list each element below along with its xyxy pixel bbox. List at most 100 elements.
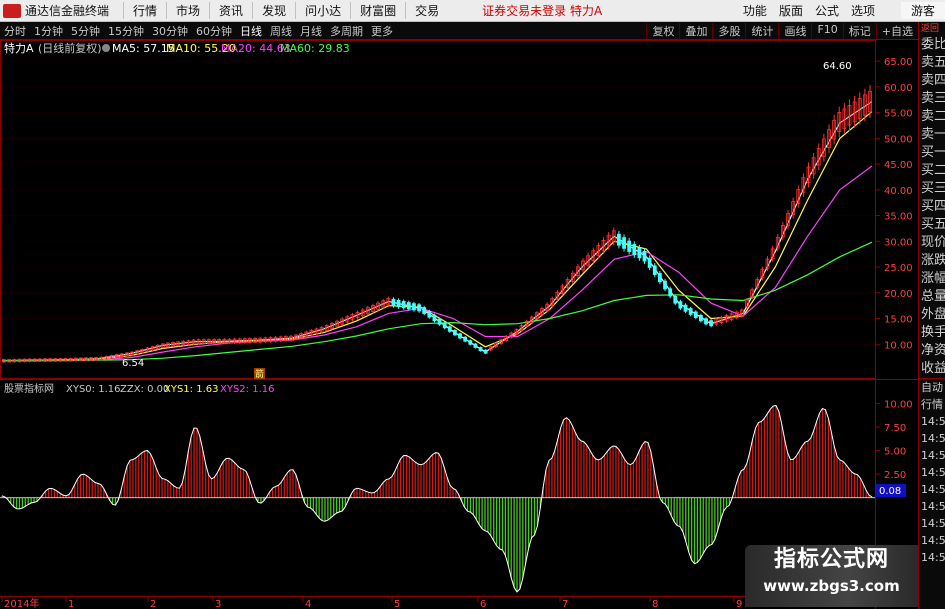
candle-body	[447, 326, 452, 332]
x-tick-label: 5	[394, 599, 400, 609]
period-weekly[interactable]: 周线	[266, 23, 296, 39]
menu-item-trade[interactable]: 交易	[405, 2, 448, 19]
tick-list-entry: 14:50	[921, 432, 945, 445]
tick-list-entry: 14:50	[921, 483, 945, 496]
tool-adjust[interactable]: 复权	[646, 22, 679, 39]
price-tick-label: 40.00	[884, 186, 913, 197]
period-more[interactable]: 更多	[367, 23, 397, 39]
candle-body	[637, 247, 642, 259]
period-toolbar: 分时 1分钟 5分钟 15分钟 30分钟 60分钟 日线 周线 月线 多周期 更…	[0, 22, 918, 40]
price-tick-label: 35.00	[884, 212, 913, 223]
tick-list-entry: 14:50	[921, 500, 945, 513]
menu-item-news[interactable]: 资讯	[209, 2, 252, 19]
menu-item-quotes[interactable]: 行情	[123, 2, 166, 19]
watermark-title: 指标公式网	[773, 547, 889, 572]
menu-item-discover[interactable]: 发现	[252, 2, 295, 19]
period-5min[interactable]: 5分钟	[67, 23, 104, 39]
tool-multi-stock[interactable]: 多股	[712, 22, 745, 39]
quote-field-label: 卖三	[921, 91, 945, 106]
chart-area[interactable]: 65.00 60.00 55.00 50.00 45.00 40.00 35.00 30.00…	[0, 40, 918, 609]
quote-field-label: 换手	[921, 325, 945, 340]
ma-line-ma20	[2, 165, 873, 362]
xys0-label: XYS0: 1.16	[66, 384, 120, 395]
candle-body	[442, 322, 447, 329]
candle-body	[698, 314, 703, 322]
x-tick-label: 6	[480, 599, 486, 609]
title-bar: 通达信金融终端 行情 市场 资讯 发现 问小达 财富圈 交易 证券交易未登录 特…	[0, 0, 945, 22]
x-tick-label: 7	[562, 599, 568, 609]
candle-body	[437, 318, 442, 325]
candle-body	[658, 273, 662, 283]
period-15min[interactable]: 15分钟	[104, 23, 148, 39]
candle-body	[453, 330, 457, 336]
price-tick-label: 25.00	[884, 263, 913, 274]
price-tick-label: 65.00	[884, 57, 913, 68]
zzx-label: ZZX: 0.00	[120, 384, 169, 395]
candle-body	[632, 244, 637, 256]
price-tick-label: 55.00	[884, 109, 913, 120]
candle-body	[683, 304, 688, 312]
ma-line-ma5	[1, 101, 873, 362]
chart-mode: (日线前复权)	[38, 41, 102, 55]
tool-draw[interactable]: 画线	[778, 22, 811, 39]
tool-statistics[interactable]: 统计	[745, 22, 778, 39]
menu-item-functions[interactable]: 功能	[737, 2, 773, 19]
period-monthly[interactable]: 月线	[296, 23, 326, 39]
x-tick-label: 2014年	[4, 597, 39, 609]
candle-body	[422, 307, 427, 314]
high-price-label: 64.60	[823, 61, 852, 72]
candle-body	[668, 288, 673, 297]
back-button[interactable]: 返回	[919, 22, 945, 36]
candle-body	[412, 303, 416, 311]
menu-item-options[interactable]: 选项	[845, 2, 881, 19]
menu-item-market[interactable]: 市场	[166, 2, 209, 19]
login-warning[interactable]: 证券交易未登录 特力A	[482, 2, 602, 19]
price-tick-label: 45.00	[884, 160, 913, 171]
tool-f10[interactable]: F10	[811, 22, 842, 39]
settings-dot-icon[interactable]	[102, 44, 110, 52]
period-1min[interactable]: 1分钟	[30, 23, 67, 39]
candle-body	[427, 311, 432, 318]
quote-field-label: 涨幅	[921, 271, 945, 286]
tool-autoselect[interactable]: +自选	[875, 22, 918, 39]
tool-overlay[interactable]: 叠加	[679, 22, 712, 39]
period-60min[interactable]: 60分钟	[192, 23, 236, 39]
candle-body	[478, 347, 483, 352]
candle-body	[647, 257, 652, 268]
price-tick-label: 10.00	[884, 340, 913, 351]
event-marker-text: 箭	[255, 368, 264, 380]
period-daily[interactable]: 日线	[236, 23, 266, 39]
main-menu: 行情 市场 资讯 发现 问小达 财富圈 交易	[123, 2, 448, 19]
xys2-label: XYS2: 1.16	[220, 384, 274, 395]
menu-item-formula[interactable]: 公式	[809, 2, 845, 19]
candle-body	[417, 304, 421, 312]
menu-item-wealth[interactable]: 财富圈	[350, 2, 405, 19]
watermark-url: www.zbgs3.com	[763, 577, 900, 595]
quote-field-label: 外盘	[921, 307, 945, 322]
indicator-name: 股票指标网	[4, 382, 54, 395]
quote-field-label: 涨跌	[921, 253, 945, 268]
candle-body	[617, 233, 621, 246]
period-timeshare[interactable]: 分时	[0, 23, 30, 39]
candle-body	[458, 333, 462, 339]
quote-field-label: 总量	[921, 289, 945, 304]
menu-item-layout[interactable]: 版面	[773, 2, 809, 19]
period-multi[interactable]: 多周期	[326, 23, 367, 39]
menu-item-ask[interactable]: 问小达	[295, 2, 350, 19]
candle-body	[463, 336, 468, 342]
indicator-tick-label: 2.50	[884, 470, 906, 481]
indicator-tick-label: 7.50	[884, 423, 906, 434]
guest-button[interactable]: 游客	[900, 2, 945, 19]
tick-list-entry: 14:50	[921, 415, 945, 428]
candle-body	[709, 320, 714, 327]
kline-chart[interactable]: 65.0060.0055.0050.0045.0040.0035.0030.00…	[0, 40, 918, 609]
quote-field-label: 现价	[921, 235, 945, 250]
watermark: 指标公式网 www.zbgs3.com	[745, 545, 918, 607]
x-tick-label: 9	[736, 599, 742, 609]
candle-body	[627, 240, 632, 252]
quote-field-label: 卖一	[921, 127, 945, 142]
quote-column: 返回 委比 卖五 卖四 卖三 卖二 卖一 买一 买二 买三 买四 买五 现价 涨跌 涨幅 总量 外盘 换手 净资收…	[918, 22, 945, 609]
period-30min[interactable]: 30分钟	[148, 23, 192, 39]
tick-list-entry: 14:50	[921, 534, 945, 547]
tool-mark[interactable]: 标记	[842, 22, 876, 39]
